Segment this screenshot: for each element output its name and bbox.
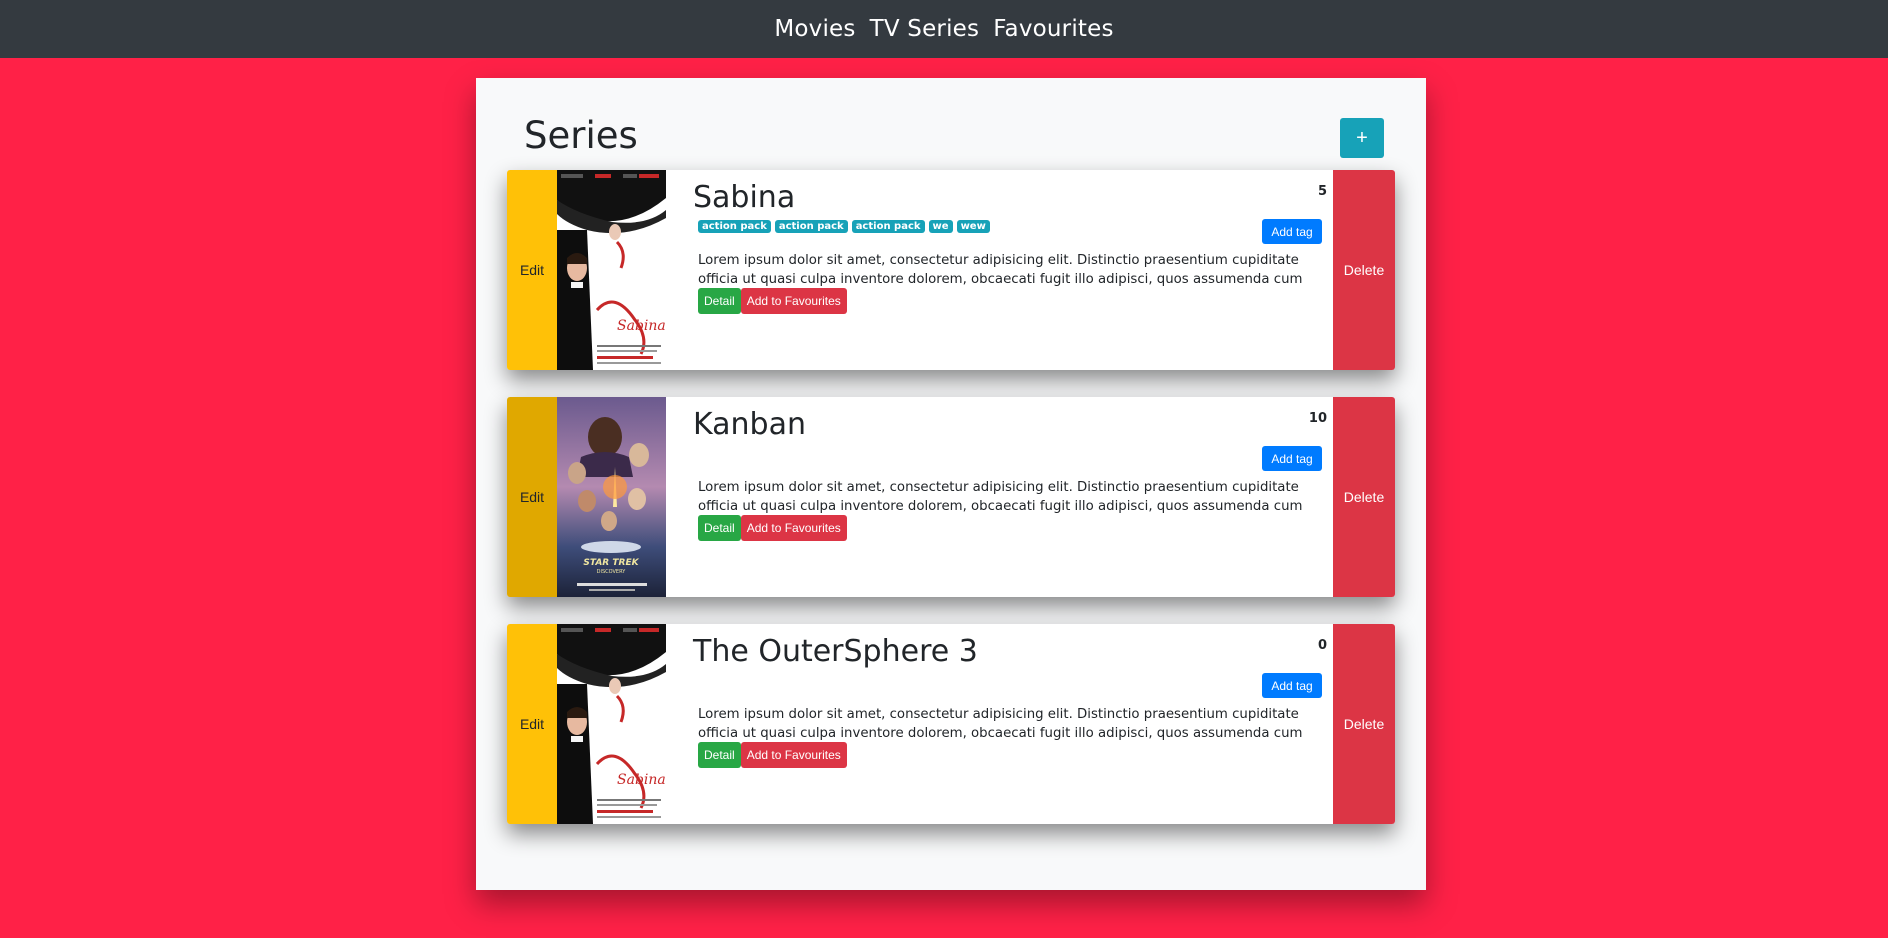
- delete-button[interactable]: Delete: [1333, 170, 1395, 370]
- top-navbar: Movies TV Series Favourites: [0, 0, 1888, 58]
- add-to-favourites-button[interactable]: Add to Favourites: [740, 515, 847, 541]
- add-tag-button[interactable]: Add tag: [1262, 673, 1322, 698]
- poster-image: STAR TREK DISCOVERY: [557, 397, 666, 597]
- svg-text:STAR TREK: STAR TREK: [583, 558, 639, 568]
- add-to-favourites-button[interactable]: Add to Favourites: [740, 288, 847, 314]
- svg-text:Sabina: Sabina: [617, 772, 666, 788]
- poster-image: Sabina: [557, 170, 666, 370]
- poster-image: Sabina: [557, 624, 666, 824]
- edit-button[interactable]: Edit: [507, 397, 557, 597]
- svg-text:DISCOVERY: DISCOVERY: [597, 569, 627, 575]
- delete-button[interactable]: Delete: [1333, 624, 1395, 824]
- series-title: Kanban: [693, 407, 806, 442]
- series-title: Sabina: [693, 180, 796, 215]
- series-card: Edit Sabina: [507, 170, 1395, 370]
- edit-button[interactable]: Edit: [507, 624, 557, 824]
- series-rating: 10: [1308, 411, 1327, 426]
- add-tag-button[interactable]: Add tag: [1262, 219, 1322, 244]
- nav-movies-link[interactable]: Movies: [774, 16, 855, 42]
- nav-favourites-link[interactable]: Favourites: [993, 16, 1113, 42]
- delete-button[interactable]: Delete: [1333, 397, 1395, 597]
- detail-button[interactable]: Detail: [698, 288, 741, 314]
- card-actions: Detail Add to Favourites: [698, 742, 847, 768]
- card-actions: Detail Add to Favourites: [698, 288, 847, 314]
- detail-button[interactable]: Detail: [698, 742, 741, 768]
- page-title: Series: [524, 114, 638, 157]
- svg-text:Sabina: Sabina: [617, 318, 666, 334]
- sabrina-poster-icon: Sabina: [557, 624, 666, 824]
- tag-badge: we: [928, 220, 953, 233]
- series-card: Edit STAR TREK DISCOVERY Kanban 10 Add t…: [507, 397, 1395, 597]
- add-tag-button[interactable]: Add tag: [1262, 446, 1322, 471]
- series-panel: Series + Edit Sabina Sabina 5 action pac…: [476, 78, 1426, 890]
- nav-tv-series-link[interactable]: TV Series: [870, 16, 980, 42]
- edit-button[interactable]: Edit: [507, 170, 557, 370]
- detail-button[interactable]: Detail: [698, 515, 741, 541]
- tag-badge: action pack: [851, 220, 925, 233]
- series-card: Edit Sabina: [507, 624, 1395, 824]
- add-to-favourites-button[interactable]: Add to Favourites: [740, 742, 847, 768]
- star-trek-poster-icon: STAR TREK DISCOVERY: [557, 397, 666, 597]
- series-rating: 5: [1317, 184, 1327, 199]
- tag-badge: wew: [956, 220, 990, 233]
- card-actions: Detail Add to Favourites: [698, 515, 847, 541]
- tag-list: action pack action pack action pack we w…: [698, 220, 990, 233]
- series-title: The OuterSphere 3: [693, 634, 978, 669]
- tag-badge: action pack: [774, 220, 848, 233]
- tag-badge: action pack: [698, 220, 771, 233]
- sabrina-poster-icon: Sabina: [557, 170, 666, 370]
- add-series-button[interactable]: +: [1340, 118, 1384, 158]
- series-rating: 0: [1317, 638, 1327, 653]
